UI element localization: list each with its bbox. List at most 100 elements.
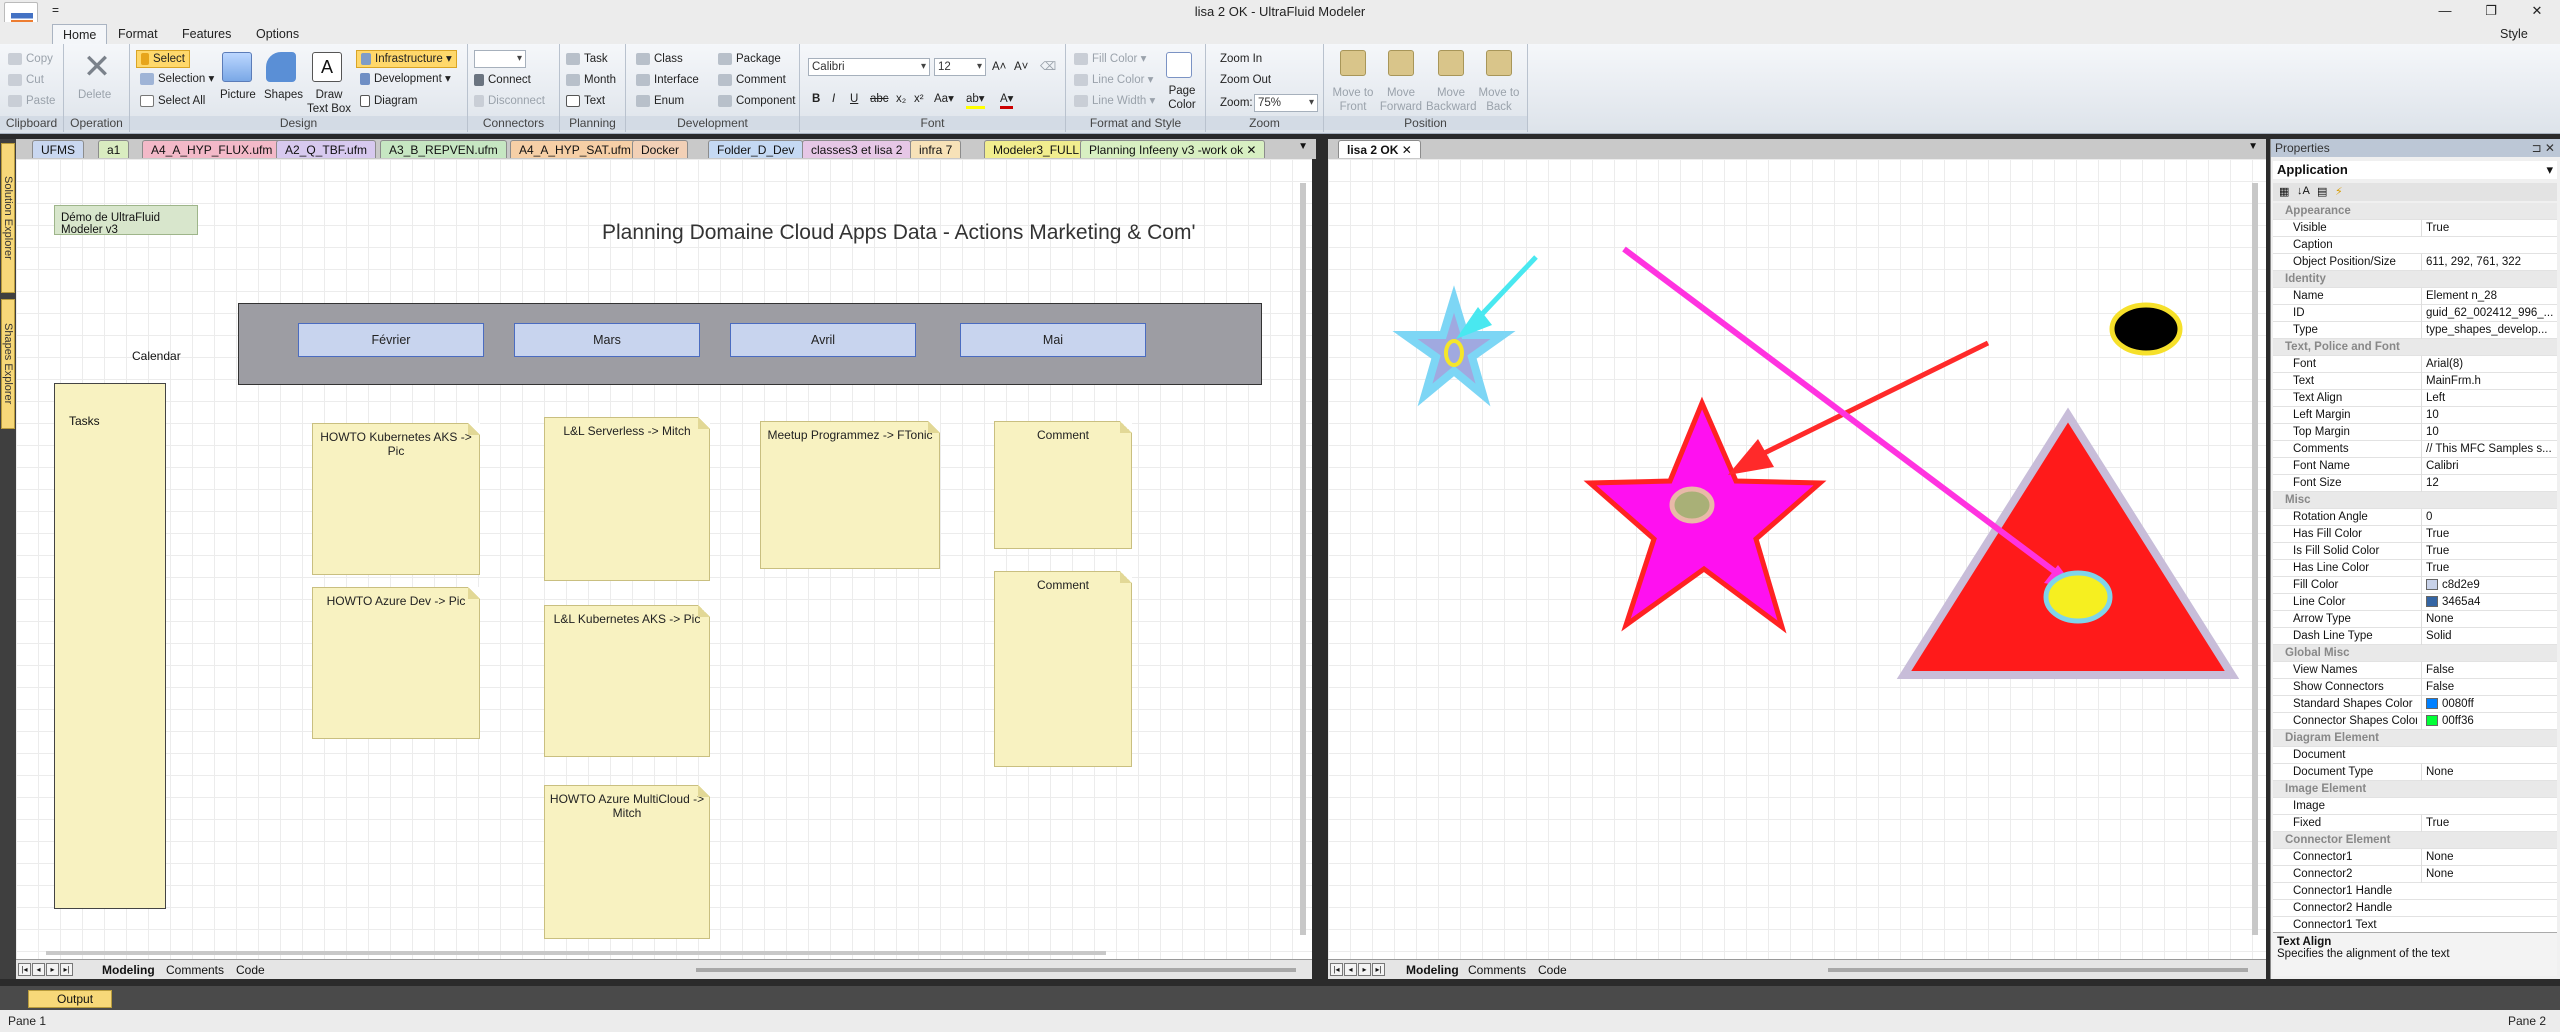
select-button[interactable]: Select (136, 50, 190, 68)
zoom-in-button[interactable]: Zoom In (1220, 52, 1262, 66)
line-width-button[interactable]: Line Width ▾ (1074, 94, 1155, 108)
property-row[interactable]: Image (2273, 798, 2557, 815)
infrastructure-dropdown[interactable]: Infrastructure ▾ (356, 50, 457, 68)
maximize-icon[interactable]: ❐ (2468, 0, 2514, 22)
package-button[interactable]: Package (718, 52, 781, 66)
superscript-icon[interactable]: x² (914, 92, 924, 106)
property-value[interactable]: 3465a4 (2421, 594, 2555, 611)
property-row[interactable]: Font Size 12 (2273, 475, 2557, 492)
doc-tab-1[interactable]: UFMS (32, 140, 84, 158)
property-value[interactable]: Element n_28 (2421, 288, 2555, 305)
note-comment-2[interactable]: Comment (994, 571, 1132, 767)
property-pages-icon[interactable]: ▤ (2317, 185, 2327, 198)
shapes-icon[interactable] (266, 52, 296, 82)
next-page-icon[interactable]: ▸ (46, 963, 59, 976)
property-value[interactable]: True (2421, 220, 2555, 237)
doc-tab-12[interactable]: Planning Infeeny v3 -work ok ✕ (1080, 140, 1266, 158)
horizontal-scrollbar[interactable] (1828, 968, 2248, 972)
tab-comments[interactable]: Comments (1468, 962, 1526, 978)
diagram-canvas-shapes[interactable] (1328, 159, 2266, 959)
tab-home[interactable]: Home (52, 24, 108, 44)
property-row[interactable]: Show Connectors False (2273, 679, 2557, 696)
month-mars[interactable]: Mars (514, 323, 700, 357)
month-fevrier[interactable]: Février (298, 323, 484, 357)
tab-options[interactable]: Options (246, 24, 309, 44)
draw-text-box-button[interactable]: Draw Text Box (306, 88, 352, 116)
property-category[interactable]: Diagram Element (2273, 730, 2557, 747)
property-row[interactable]: Fixed True (2273, 815, 2557, 832)
selected-object-name[interactable]: Application ▾ (2273, 161, 2557, 179)
first-page-icon[interactable]: |◂ (18, 963, 31, 976)
property-row[interactable]: Fill Color c8d2e9 (2273, 577, 2557, 594)
font-size-select[interactable]: 12 (934, 58, 986, 76)
categorized-icon[interactable]: ▦ (2279, 185, 2289, 198)
move-backward-icon[interactable] (1438, 50, 1464, 76)
font-color-icon[interactable]: A▾ (1000, 92, 1014, 109)
picture-icon[interactable] (222, 52, 252, 82)
component-button[interactable]: Component (718, 94, 795, 108)
last-page-icon[interactable]: ▸| (60, 963, 73, 976)
property-value[interactable]: c8d2e9 (2421, 577, 2555, 594)
tab-features[interactable]: Features (172, 24, 241, 44)
minimize-icon[interactable]: — (2422, 0, 2468, 22)
property-row[interactable]: Has Line Color True (2273, 560, 2557, 577)
close-icon[interactable]: ✕ (2514, 0, 2560, 22)
select-all-button[interactable]: Select All (140, 94, 205, 108)
property-category[interactable]: Misc (2273, 492, 2557, 509)
property-row[interactable]: View Names False (2273, 662, 2557, 679)
picture-button[interactable]: Picture (220, 88, 256, 102)
bold-icon[interactable]: B (812, 92, 820, 106)
property-row[interactable]: Is Fill Solid Color True (2273, 543, 2557, 560)
doc-tab-4[interactable]: A2_Q_TBF.ufm (276, 140, 377, 158)
property-row[interactable]: Text MainFrm.h (2273, 373, 2557, 390)
page-color-icon[interactable] (1166, 52, 1192, 78)
paste-button[interactable]: Paste (8, 94, 55, 108)
note-azure-dev[interactable]: HOWTO Azure Dev -> Pic (312, 587, 480, 739)
note-kubernetes-aks[interactable]: HOWTO Kubernetes AKS -> Pic (312, 423, 480, 575)
line-color-button[interactable]: Line Color ▾ (1074, 73, 1153, 87)
property-value[interactable]: 12 (2421, 475, 2555, 492)
property-value[interactable]: True (2421, 526, 2555, 543)
move-forward-icon[interactable] (1388, 50, 1414, 76)
tab-code[interactable]: Code (236, 962, 265, 978)
class-button[interactable]: Class (636, 52, 683, 66)
fill-color-button[interactable]: Fill Color ▾ (1074, 52, 1146, 66)
property-row[interactable]: Comments // This MFC Samples s... (2273, 441, 2557, 458)
subscript-icon[interactable]: x₂ (896, 92, 906, 106)
property-row[interactable]: Connector1 Handle (2273, 883, 2557, 900)
enum-button[interactable]: Enum (636, 94, 684, 108)
property-category[interactable]: Global Misc (2273, 645, 2557, 662)
cut-button[interactable]: Cut (8, 73, 44, 87)
clear-format-icon[interactable]: ⌫ (1040, 60, 1056, 74)
doc-tab-6[interactable]: A4_A_HYP_SAT.ufm (510, 140, 640, 158)
alphabetical-icon[interactable]: ↓A (2297, 185, 2310, 197)
property-value[interactable]: False (2421, 662, 2555, 679)
property-row[interactable]: Visible True (2273, 220, 2557, 237)
property-value[interactable]: 0 (2421, 509, 2555, 526)
close-tab-icon[interactable]: ✕ (1243, 143, 1256, 157)
property-row[interactable]: Connector Shapes Color 00ff36 (2273, 713, 2557, 730)
property-value[interactable]: MainFrm.h (2421, 373, 2555, 390)
comment-button[interactable]: Comment (718, 73, 786, 87)
property-row[interactable]: Document Type None (2273, 764, 2557, 781)
property-category[interactable]: Image Element (2273, 781, 2557, 798)
doc-tab-9[interactable]: classes3 et lisa 2 (802, 140, 912, 158)
style-menu[interactable]: Style (2490, 24, 2538, 44)
connect-button[interactable]: Connect (474, 73, 531, 87)
property-value[interactable]: 10 (2421, 424, 2555, 441)
property-value[interactable]: Arial(8) (2421, 356, 2555, 373)
property-row[interactable]: Left Margin 10 (2273, 407, 2557, 424)
planning-title[interactable]: Planning Domaine Cloud Apps Data - Actio… (602, 221, 1195, 245)
property-value[interactable]: 0080ff (2421, 696, 2555, 713)
text-box-icon[interactable]: A (312, 52, 342, 82)
property-value[interactable]: guid_62_002412_996_... (2421, 305, 2555, 322)
selection-dropdown[interactable]: Selection ▾ (140, 72, 214, 86)
property-value[interactable]: None (2421, 611, 2555, 628)
next-page-icon[interactable]: ▸ (1358, 963, 1371, 976)
doc-tab-2[interactable]: a1 (98, 140, 130, 158)
move-to-front-button[interactable]: Move to Front (1330, 86, 1376, 114)
tab-modeling[interactable]: Modeling (102, 962, 155, 978)
property-row[interactable]: Type type_shapes_develop... (2273, 322, 2557, 339)
tab-list-dropdown-icon[interactable]: ▼ (2248, 141, 2258, 152)
move-front-icon[interactable] (1340, 50, 1366, 76)
